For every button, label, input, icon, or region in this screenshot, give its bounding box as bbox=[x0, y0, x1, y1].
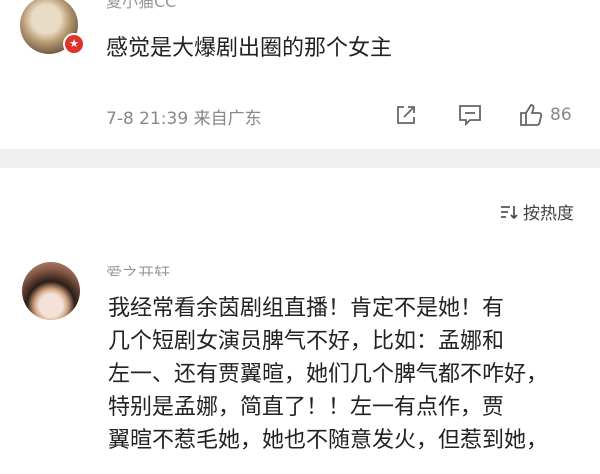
section-divider bbox=[0, 149, 600, 168]
reply-button[interactable] bbox=[457, 100, 483, 130]
like-icon bbox=[520, 104, 543, 126]
reply-icon bbox=[459, 105, 481, 127]
sort-icon bbox=[501, 205, 518, 219]
vip-badge-icon: ★ bbox=[63, 33, 85, 55]
comment-line: 左一、还有贾翼暄，她们几个脾气都不咋好， bbox=[108, 362, 549, 387]
comment-text: 感觉是大爆剧出圈的那个女主 bbox=[106, 36, 393, 61]
comment-username[interactable]: 夏小猫CC bbox=[106, 0, 176, 13]
comment-line: 我经常看余茵剧组直播！肯定不是她！有 bbox=[108, 296, 505, 321]
comment-line: 特别是孟娜，简直了！！左一有点作，贾 bbox=[108, 395, 505, 420]
share-icon bbox=[397, 106, 415, 124]
like-button[interactable]: 86 bbox=[518, 100, 572, 130]
sort-label: 按热度 bbox=[523, 204, 574, 224]
comment-text: 我经常看余茵剧组直播！肯定不是她！有 几个短剧女演员脾气不好，比如：孟娜和 左一… bbox=[108, 292, 588, 457]
comment-username[interactable]: 爱之开轩 bbox=[106, 262, 170, 276]
comment-line: 翼暄不惹毛她，她也不随意发火，但惹到她， bbox=[108, 428, 549, 453]
comment-line: 几个短剧女演员脾气不好，比如：孟娜和 bbox=[108, 329, 505, 354]
like-count: 86 bbox=[550, 105, 572, 125]
avatar[interactable] bbox=[22, 262, 80, 320]
share-button[interactable] bbox=[394, 100, 418, 130]
sort-toggle[interactable]: 按热度 bbox=[499, 199, 574, 224]
comment-meta: 7-8 21:39 来自广东 bbox=[106, 109, 262, 129]
